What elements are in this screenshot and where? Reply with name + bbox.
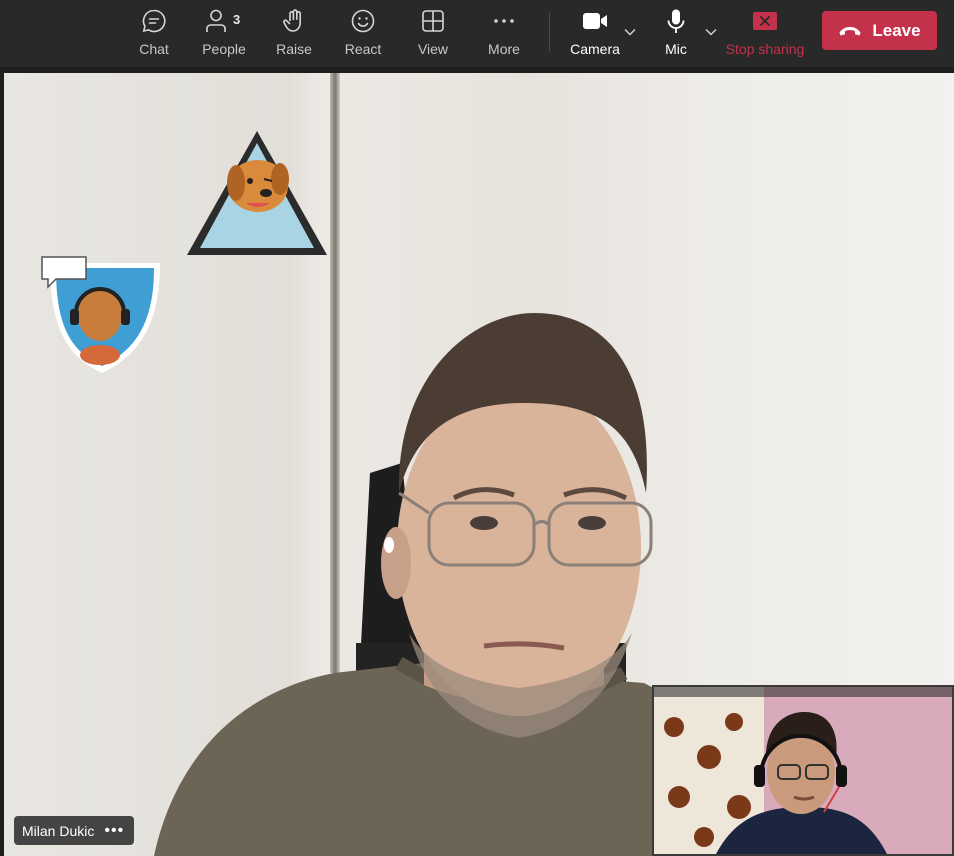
view-button[interactable]: View <box>416 6 450 62</box>
phone-hangup-icon <box>839 26 861 35</box>
participant-name: Milan Dukic <box>22 822 95 839</box>
chevron-down-icon <box>705 28 717 36</box>
chat-icon <box>140 7 168 35</box>
participant-more-icon[interactable]: ••• <box>104 822 124 840</box>
stop-sharing-button[interactable]: Stop sharing <box>725 6 805 62</box>
leave-label: Leave <box>872 20 921 40</box>
self-view-video <box>652 685 954 856</box>
view-icon <box>419 7 447 35</box>
self-view-feed <box>654 687 952 854</box>
react-button[interactable]: React <box>344 6 382 62</box>
camera-button[interactable]: Camera <box>570 6 620 62</box>
react-label: React <box>344 41 382 57</box>
mic-label: Mic <box>665 41 687 57</box>
meeting-toolbar: Chat People 3 Raise React View More Came… <box>0 0 954 67</box>
react-icon <box>349 7 377 35</box>
mic-button[interactable]: Mic <box>662 6 690 62</box>
mic-options-chevron[interactable] <box>703 24 719 40</box>
more-label: More <box>488 41 520 57</box>
chat-button[interactable]: Chat <box>136 6 172 62</box>
raise-hand-button[interactable]: Raise <box>275 6 313 62</box>
view-label: View <box>417 41 449 57</box>
mic-icon <box>662 7 690 35</box>
leave-button[interactable]: Leave <box>822 11 937 50</box>
more-icon <box>490 7 518 35</box>
raise-hand-icon <box>280 7 308 35</box>
stop-sharing-icon <box>751 7 779 35</box>
camera-icon <box>581 7 609 35</box>
participant-name-tag: Milan Dukic ••• <box>14 816 135 845</box>
stop-sharing-label: Stop sharing <box>725 41 805 57</box>
camera-options-chevron[interactable] <box>622 24 638 40</box>
raise-label: Raise <box>276 41 312 57</box>
chevron-down-icon <box>624 28 636 36</box>
camera-label: Camera <box>570 41 620 57</box>
people-count-badge: 3 <box>233 12 241 27</box>
people-label: People <box>202 41 246 57</box>
toolbar-divider <box>549 12 550 52</box>
people-icon <box>203 7 231 35</box>
chat-label: Chat <box>139 41 169 57</box>
more-button[interactable]: More <box>485 6 523 62</box>
